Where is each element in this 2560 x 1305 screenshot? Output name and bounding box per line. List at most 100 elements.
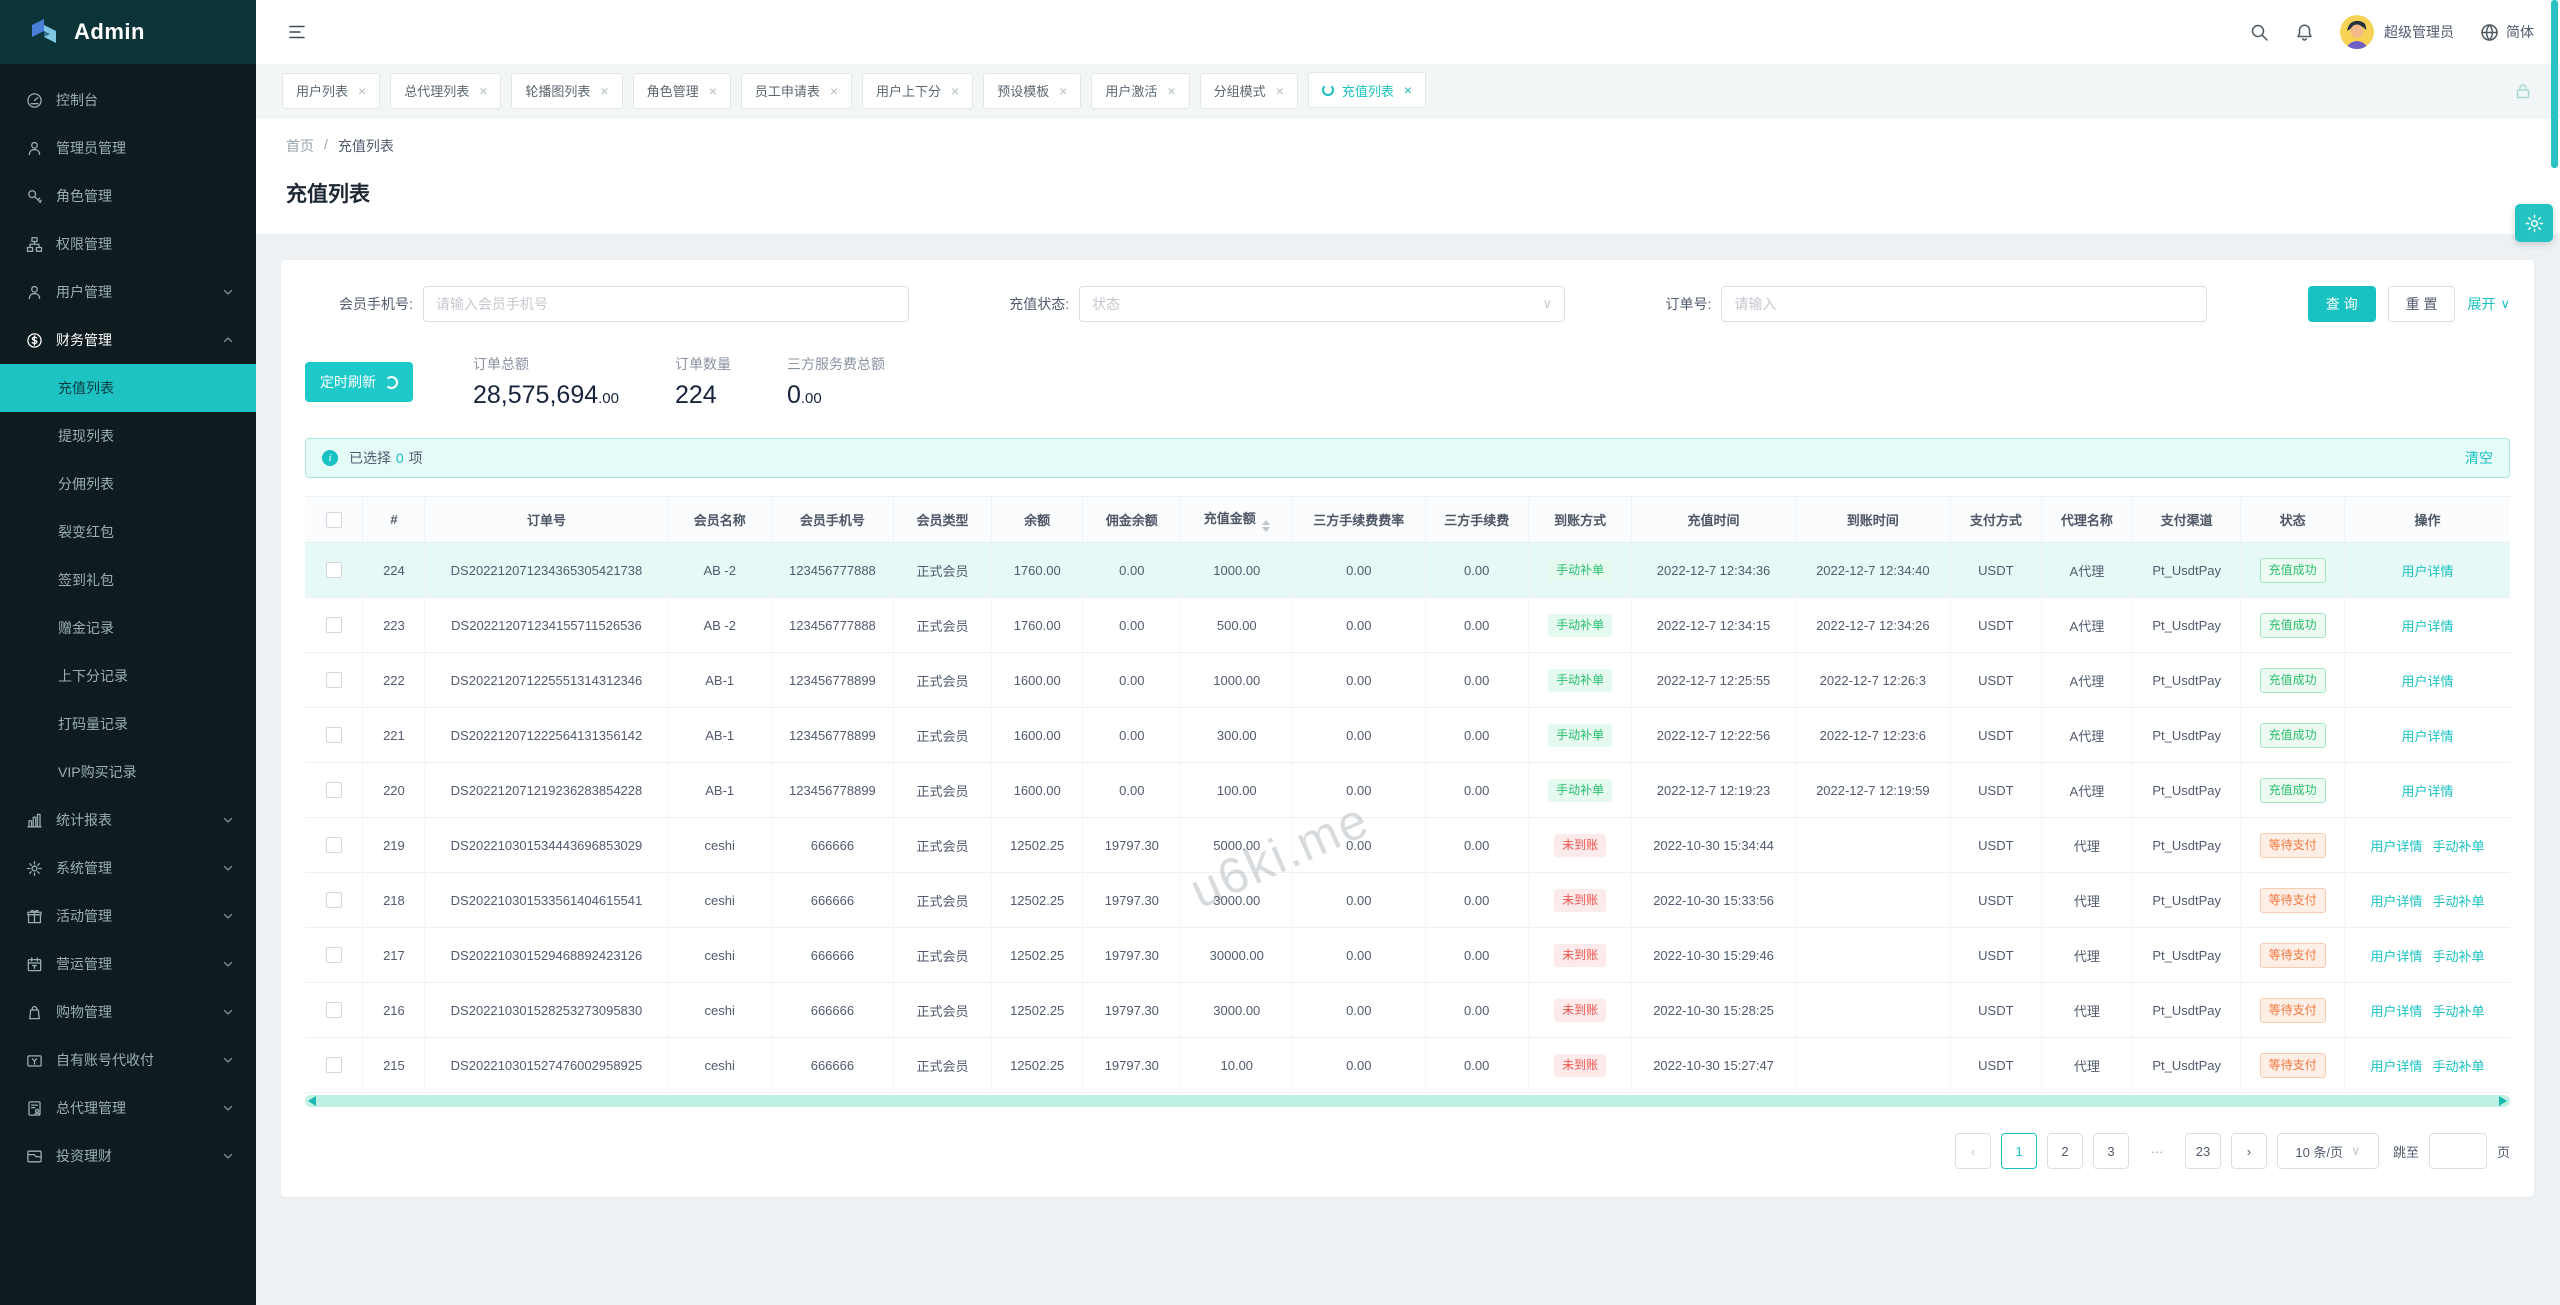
close-icon[interactable]: × — [830, 83, 838, 99]
prev-page-button[interactable]: ‹ — [1955, 1133, 1991, 1169]
sidebar-subitem[interactable]: 分佣列表 — [0, 460, 256, 508]
close-icon[interactable]: × — [479, 83, 487, 99]
lock-icon[interactable] — [2514, 82, 2532, 100]
row-action-link[interactable]: 用户详情 — [2370, 839, 2422, 854]
sidebar-item[interactable]: 总代理管理 — [0, 1084, 256, 1132]
tab-item[interactable]: 用户上下分× — [862, 73, 973, 109]
vertical-scrollbar[interactable] — [2551, 0, 2558, 168]
search-icon[interactable] — [2250, 23, 2269, 42]
tab-item[interactable]: 分组模式× — [1200, 73, 1298, 109]
row-action-link[interactable]: 手动补单 — [2432, 839, 2484, 854]
sidebar-item[interactable]: 自有账号代收付 — [0, 1036, 256, 1084]
sidebar-item[interactable]: 控制台 — [0, 76, 256, 124]
collapse-sidebar-icon[interactable] — [286, 21, 308, 43]
row-action-link[interactable]: 手动补单 — [2432, 949, 2484, 964]
scroll-left-icon[interactable] — [308, 1096, 316, 1106]
col-header-check[interactable] — [305, 497, 363, 543]
order-input[interactable] — [1721, 286, 2207, 322]
row-action-link[interactable]: 用户详情 — [2401, 784, 2453, 799]
sidebar-item[interactable]: 购物管理 — [0, 988, 256, 1036]
close-icon[interactable]: × — [1276, 83, 1284, 99]
select-all-checkbox[interactable] — [326, 512, 342, 528]
tab-item[interactable]: 用户列表× — [282, 73, 380, 109]
close-icon[interactable]: × — [951, 83, 959, 99]
sidebar-subitem[interactable]: 充值列表 — [0, 364, 256, 412]
phone-input[interactable] — [423, 286, 909, 322]
sidebar-item[interactable]: 系统管理 — [0, 844, 256, 892]
page-button[interactable]: 1 — [2001, 1133, 2037, 1169]
page-button[interactable]: 2 — [2047, 1133, 2083, 1169]
row-action-link[interactable]: 手动补单 — [2432, 1004, 2484, 1019]
row-checkbox[interactable] — [326, 1057, 342, 1073]
row-action-link[interactable]: 用户详情 — [2401, 674, 2453, 689]
settings-drawer-button[interactable] — [2515, 204, 2553, 242]
row-action-link[interactable]: 手动补单 — [2432, 1059, 2484, 1074]
row-checkbox[interactable] — [326, 782, 342, 798]
sidebar-item[interactable]: 营运管理 — [0, 940, 256, 988]
row-action-link[interactable]: 用户详情 — [2401, 619, 2453, 634]
sidebar-subitem[interactable]: 签到礼包 — [0, 556, 256, 604]
row-action-link[interactable]: 手动补单 — [2432, 894, 2484, 909]
row-checkbox[interactable] — [326, 727, 342, 743]
brand[interactable]: Admin — [0, 0, 256, 64]
row-action-link[interactable]: 用户详情 — [2401, 564, 2453, 579]
next-page-button[interactable]: › — [2231, 1133, 2267, 1169]
row-action-link[interactable]: 用户详情 — [2401, 729, 2453, 744]
row-checkbox[interactable] — [326, 947, 342, 963]
sidebar-item[interactable]: 管理员管理 — [0, 124, 256, 172]
jump-to-input[interactable] — [2429, 1133, 2487, 1169]
page-button[interactable]: 23 — [2185, 1133, 2221, 1169]
sidebar-item[interactable]: 统计报表 — [0, 796, 256, 844]
status-select[interactable]: 状态 ∨ — [1079, 286, 1565, 322]
tab-item[interactable]: 用户激活× — [1091, 73, 1189, 109]
row-checkbox[interactable] — [326, 562, 342, 578]
row-checkbox[interactable] — [326, 1002, 342, 1018]
row-action-link[interactable]: 用户详情 — [2370, 949, 2422, 964]
col-header-amount[interactable]: 充值金额 — [1181, 497, 1293, 543]
tab-item[interactable]: 预设模板× — [983, 73, 1081, 109]
sidebar-subitem[interactable]: 提现列表 — [0, 412, 256, 460]
sidebar-item[interactable]: 用户管理 — [0, 268, 256, 316]
tab-item[interactable]: 轮播图列表× — [511, 73, 622, 109]
auto-refresh-button[interactable]: 定时刷新 — [305, 362, 413, 402]
sidebar-subitem[interactable]: VIP购买记录 — [0, 748, 256, 796]
tab-item[interactable]: 员工申请表× — [741, 73, 852, 109]
scroll-right-icon[interactable] — [2499, 1096, 2507, 1106]
user-menu[interactable]: 超级管理员 — [2340, 15, 2454, 49]
sidebar-item[interactable]: 角色管理 — [0, 172, 256, 220]
reset-button[interactable]: 重 置 — [2388, 286, 2456, 322]
tab-item[interactable]: 角色管理× — [633, 73, 731, 109]
clear-selection-link[interactable]: 清空 — [2465, 448, 2493, 468]
tab-active[interactable]: 充值列表× — [1308, 72, 1426, 108]
row-checkbox[interactable] — [326, 672, 342, 688]
sidebar-subitem[interactable]: 上下分记录 — [0, 652, 256, 700]
horizontal-scrollbar[interactable] — [305, 1095, 2510, 1107]
tab-item[interactable]: 总代理列表× — [390, 73, 501, 109]
close-icon[interactable]: × — [600, 83, 608, 99]
sidebar-item[interactable]: 活动管理 — [0, 892, 256, 940]
row-checkbox[interactable] — [326, 892, 342, 908]
sidebar-subitem[interactable]: 裂变红包 — [0, 508, 256, 556]
close-icon[interactable]: × — [1167, 83, 1175, 99]
language-switch[interactable]: 简体 — [2480, 22, 2534, 42]
sidebar-subitem[interactable]: 赠金记录 — [0, 604, 256, 652]
close-icon[interactable]: × — [1404, 82, 1412, 98]
row-checkbox[interactable] — [326, 617, 342, 633]
breadcrumb-home[interactable]: 首页 — [286, 136, 314, 156]
sort-icon[interactable] — [1262, 520, 1270, 532]
close-icon[interactable]: × — [358, 83, 366, 99]
close-icon[interactable]: × — [709, 83, 717, 99]
search-button[interactable]: 查 询 — [2308, 286, 2376, 322]
close-icon[interactable]: × — [1059, 83, 1067, 99]
bell-icon[interactable] — [2295, 23, 2314, 42]
page-button[interactable]: 3 — [2093, 1133, 2129, 1169]
expand-toggle[interactable]: 展开 ∨ — [2467, 294, 2510, 314]
row-action-link[interactable]: 用户详情 — [2370, 1059, 2422, 1074]
row-action-link[interactable]: 用户详情 — [2370, 1004, 2422, 1019]
sidebar-subitem[interactable]: 打码量记录 — [0, 700, 256, 748]
row-checkbox[interactable] — [326, 837, 342, 853]
page-size-select[interactable]: 10 条/页∨ — [2277, 1133, 2379, 1169]
sidebar-item[interactable]: 权限管理 — [0, 220, 256, 268]
row-action-link[interactable]: 用户详情 — [2370, 894, 2422, 909]
sidebar-item[interactable]: 财务管理 — [0, 316, 256, 364]
